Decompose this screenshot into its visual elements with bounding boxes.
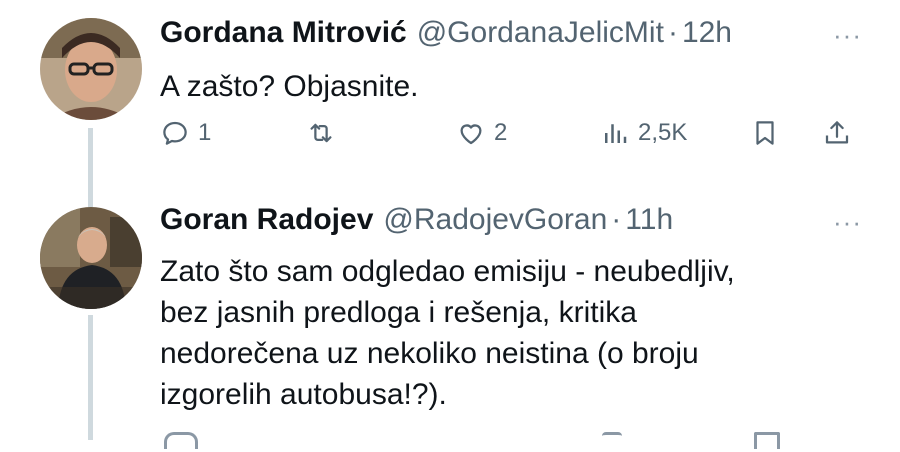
share-button[interactable] — [822, 118, 852, 148]
tweet-text-line: A zašto? Objasnite. — [160, 70, 419, 103]
reply-icon — [163, 121, 187, 145]
tweet-text: A zašto? Objasnite. — [160, 66, 880, 107]
avatar-goran[interactable] — [40, 207, 142, 309]
bookmark-icon — [756, 121, 774, 145]
retweet-icon — [310, 123, 332, 143]
author-name[interactable]: Gordana Mitrović — [160, 16, 407, 50]
reply-button[interactable]: 1 — [160, 118, 211, 148]
more-icon[interactable]: ··· — [833, 207, 862, 238]
views-button[interactable]: 2,5K — [600, 118, 687, 148]
share-icon — [825, 121, 849, 144]
avatar-gordana-image — [40, 18, 142, 120]
like-icon — [460, 124, 482, 145]
avatar-gordana[interactable] — [40, 18, 142, 120]
tweet-header: Gordana Mitrović @GordanaJelicMit · 12h — [160, 16, 732, 56]
avatar-goran-image — [40, 207, 142, 309]
tweet-header: Goran Radojev @RadojevGoran · 11h — [160, 203, 673, 243]
bookmark-icon[interactable] — [754, 432, 780, 449]
tweet-text-line: bez jasnih predloga i rešenja, kritika — [160, 296, 637, 329]
action-bar: 1 2 2,5K — [160, 118, 860, 158]
views-icon — [605, 124, 627, 143]
author-name[interactable]: Goran Radojev — [160, 203, 373, 237]
tweet-text-line: izgorelih autobusa!?). — [160, 378, 447, 411]
tweet-text-line: nedorečena uz nekoliko neistina (o broju — [160, 337, 699, 370]
views-count: 2,5K — [638, 119, 688, 146]
timestamp[interactable]: 11h — [625, 203, 673, 237]
thread-line — [88, 315, 93, 440]
like-count: 2 — [494, 119, 508, 146]
tweet-text: Zato što sam odgledao emisiju - neubedlj… — [160, 251, 880, 415]
tweet-goran[interactable]: Goran Radojev @RadojevGoran · 11h ··· Za… — [0, 195, 900, 440]
separator-dot: · — [667, 16, 678, 49]
tweet-text-line: Zato što sam odgledao emisiju - neubedlj… — [160, 255, 735, 288]
separator-dot: · — [611, 203, 622, 236]
like-button[interactable]: 2 — [456, 118, 507, 148]
author-handle[interactable]: @GordanaJelicMit — [417, 16, 664, 50]
more-icon[interactable]: ··· — [833, 20, 862, 51]
action-bar-cropped — [160, 432, 860, 452]
timestamp[interactable]: 12h — [682, 16, 732, 50]
author-handle[interactable]: @RadojevGoran — [383, 203, 607, 237]
reply-count: 1 — [198, 119, 212, 146]
bookmark-button[interactable] — [750, 118, 780, 148]
reply-icon[interactable] — [164, 432, 198, 449]
tweet-gordana[interactable]: Gordana Mitrović @GordanaJelicMit · 12h … — [0, 0, 900, 208]
views-icon[interactable] — [602, 432, 622, 449]
retweet-button[interactable] — [306, 118, 336, 148]
